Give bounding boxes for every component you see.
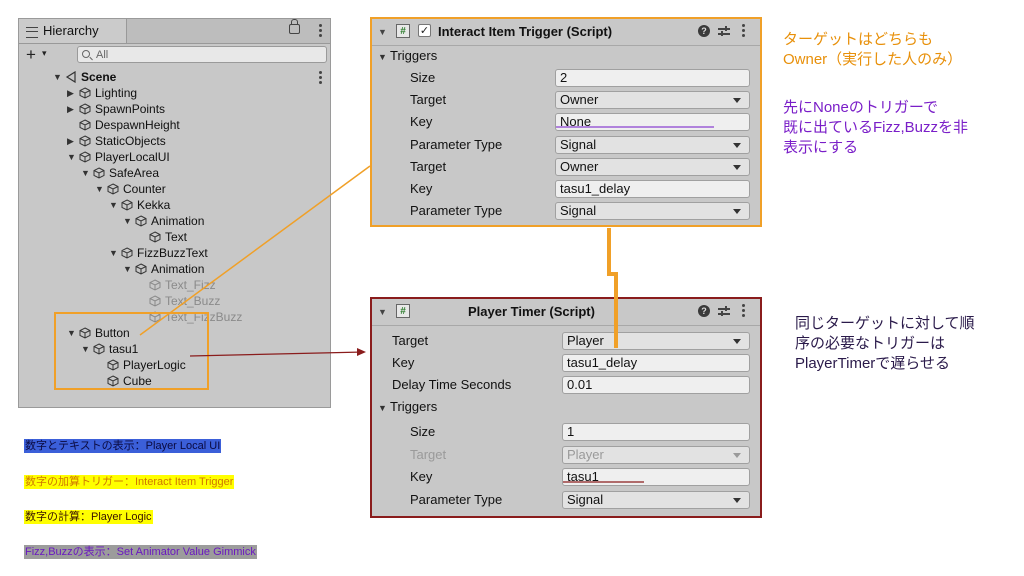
legend-interact-item-trigger: 数字の加算トリガー：Interact Item Trigger bbox=[24, 475, 235, 489]
note-line: Owner（実行した人のみ） bbox=[783, 51, 963, 68]
legend-set-animator-value: Fizz,Buzzの表示：Set Animator Value Gimmick bbox=[24, 545, 257, 559]
orange-key-link bbox=[607, 228, 618, 348]
note-line: 同じターゲットに対して順 bbox=[795, 315, 975, 332]
note-line: PlayerTimerで遅らせる bbox=[795, 355, 950, 372]
legend-player-local-ui: 数字とテキストの表示：Player Local UI bbox=[24, 439, 222, 453]
red-connector-line bbox=[189, 351, 365, 357]
note-target-owner: ターゲットはどちらも Owner（実行した人のみ） bbox=[783, 30, 962, 70]
legend-player-logic: 数字の計算：Player Logic bbox=[24, 510, 153, 524]
note-line: 序の必要なトリガーは bbox=[795, 335, 946, 352]
note-line: 先にNoneのトリガーで bbox=[783, 99, 938, 116]
orange-connector-line bbox=[139, 165, 371, 336]
note-line: 表示にする bbox=[783, 139, 859, 156]
note-line: 既に出ているFizz,Buzzを非 bbox=[783, 119, 969, 136]
red-arrowhead bbox=[357, 348, 366, 356]
annotation-overlay bbox=[54, 126, 714, 483]
note-none-trigger: 先にNoneのトリガーで 既に出ているFizz,Buzzを非 表示にする bbox=[783, 98, 968, 158]
note-player-timer: 同じターゲットに対して順 序の必要なトリガーは PlayerTimerで遅らせる bbox=[795, 314, 975, 374]
button-highlight-box bbox=[54, 312, 209, 390]
note-line: ターゲットはどちらも bbox=[783, 31, 934, 48]
